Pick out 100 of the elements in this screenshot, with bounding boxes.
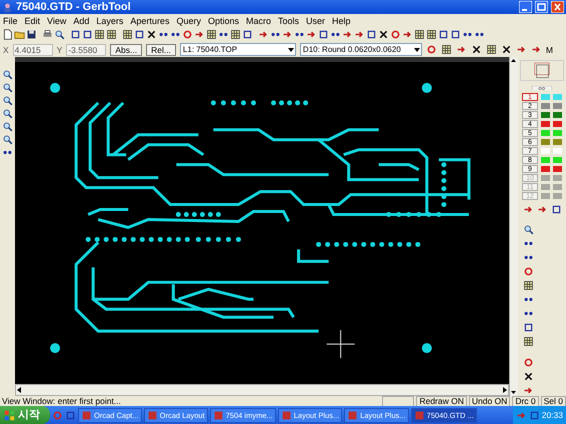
menu-item[interactable]: Query — [176, 16, 201, 26]
layer-color-swatch[interactable] — [541, 130, 550, 136]
layer-color-swatch[interactable] — [553, 130, 562, 136]
minimize-icon[interactable] — [519, 1, 532, 13]
layer-color-swatch[interactable] — [541, 94, 550, 100]
layer-dropdown[interactable]: L1: 75040.TOP — [180, 43, 296, 56]
menu-item[interactable]: Tools — [278, 16, 300, 26]
mode-button[interactable]: Rel... — [146, 44, 176, 56]
grid-icon[interactable] — [523, 280, 534, 291]
grid-icon[interactable] — [230, 29, 241, 40]
close-icon[interactable] — [551, 1, 564, 13]
square-icon[interactable] — [318, 29, 329, 40]
grid-icon[interactable] — [414, 29, 425, 40]
menu-item[interactable]: User — [306, 16, 326, 26]
vertical-scrollbar[interactable] — [509, 57, 518, 396]
square-icon[interactable] — [366, 29, 377, 40]
layer-color-swatch[interactable] — [541, 148, 550, 154]
zoom-icon[interactable] — [523, 224, 534, 235]
zoom-icon[interactable] — [54, 29, 65, 40]
cross-icon[interactable] — [146, 29, 157, 40]
circle-icon[interactable] — [182, 29, 193, 40]
square-icon[interactable] — [82, 29, 93, 40]
layer-color-swatch[interactable] — [541, 112, 550, 118]
menu-item[interactable]: Macro — [246, 16, 272, 26]
layer-color-swatch[interactable] — [541, 166, 550, 172]
arrow-icon[interactable] — [342, 29, 353, 40]
grid-icon[interactable] — [426, 29, 437, 40]
left-arrow-icon[interactable] — [16, 386, 23, 394]
menu-item[interactable]: File — [3, 16, 18, 26]
arrow-icon[interactable] — [530, 44, 542, 55]
arrow-icon[interactable] — [282, 29, 293, 40]
zoom-icon[interactable] — [2, 108, 13, 119]
menu-item[interactable]: Layers — [96, 16, 124, 26]
circle-icon[interactable] — [390, 29, 401, 40]
arrow-icon[interactable] — [194, 29, 205, 40]
square-icon[interactable] — [70, 29, 81, 40]
folder-icon[interactable] — [14, 29, 25, 40]
grid-icon[interactable] — [94, 29, 105, 40]
arrow-icon[interactable] — [456, 44, 467, 55]
cross-icon[interactable] — [500, 44, 512, 55]
cross-icon[interactable] — [470, 44, 482, 55]
square-icon[interactable] — [550, 204, 562, 215]
layer-color-swatch[interactable] — [553, 166, 562, 172]
square-icon[interactable] — [523, 322, 534, 333]
cross-icon[interactable] — [523, 371, 534, 382]
caret-icon[interactable] — [412, 45, 421, 54]
zoom-icon[interactable] — [2, 82, 13, 93]
overview-preview[interactable] — [520, 60, 564, 81]
right-arrow-icon[interactable] — [501, 386, 508, 394]
grid-icon[interactable] — [486, 44, 497, 55]
horizontal-scrollbar[interactable] — [15, 384, 509, 396]
menu-item[interactable]: Edit — [24, 16, 40, 26]
arrow-icon[interactable] — [402, 29, 413, 40]
zoom-icon[interactable] — [2, 134, 13, 145]
up-arrow-icon[interactable] — [510, 57, 517, 65]
menu-item[interactable]: View — [47, 16, 66, 26]
grid-icon[interactable] — [122, 29, 133, 40]
menu-item[interactable]: Add — [73, 16, 90, 26]
aperture-dropdown[interactable]: D10: Round 0.0620x0.0620 — [300, 43, 422, 56]
arrow-icon[interactable] — [536, 204, 548, 215]
layer-color-swatch[interactable] — [553, 139, 562, 145]
layer-color-swatch[interactable] — [553, 148, 562, 154]
layer-color-swatch[interactable] — [553, 112, 562, 118]
printer-icon[interactable] — [42, 29, 53, 40]
grid-icon[interactable] — [106, 29, 117, 40]
layer-color-swatch[interactable] — [553, 94, 562, 100]
cross-icon[interactable] — [378, 29, 389, 40]
circle-icon[interactable] — [523, 357, 534, 368]
zoom-icon[interactable] — [2, 95, 13, 106]
mode-button[interactable]: Abs... — [110, 44, 142, 56]
layer-color-swatch[interactable] — [553, 121, 562, 127]
menu-item[interactable]: Apertures — [130, 16, 170, 26]
layer-color-swatch[interactable] — [541, 139, 550, 145]
layer-color-swatch[interactable] — [541, 121, 550, 127]
arrow-icon[interactable] — [258, 29, 269, 40]
arrow-icon[interactable] — [516, 44, 527, 55]
arrow-icon[interactable] — [523, 385, 534, 396]
zoom-icon[interactable] — [2, 69, 13, 80]
square-icon[interactable] — [134, 29, 145, 40]
grid-icon[interactable] — [523, 336, 534, 347]
maximize-icon[interactable] — [535, 1, 548, 13]
layer-color-swatch[interactable] — [541, 103, 550, 109]
layer-color-swatch[interactable] — [553, 103, 562, 109]
grid-icon[interactable] — [206, 29, 217, 40]
zoom-icon[interactable] — [2, 121, 13, 132]
menu-item[interactable]: Help — [332, 16, 351, 26]
layer-color-swatch[interactable] — [541, 157, 550, 163]
down-arrow-icon[interactable] — [510, 388, 517, 396]
arrow-icon[interactable] — [354, 29, 365, 40]
circle-icon[interactable] — [426, 44, 437, 55]
square-icon[interactable] — [242, 29, 253, 40]
toolbar-label[interactable]: M — [546, 44, 554, 54]
arrow-icon[interactable] — [522, 204, 534, 215]
page-icon[interactable] — [2, 29, 13, 40]
arrow-icon[interactable] — [306, 29, 317, 40]
caret-icon[interactable] — [286, 45, 295, 54]
square-icon[interactable] — [438, 29, 449, 40]
menu-item[interactable]: Options — [208, 16, 239, 26]
grid-icon[interactable] — [440, 44, 452, 55]
circle-icon[interactable] — [523, 266, 534, 277]
